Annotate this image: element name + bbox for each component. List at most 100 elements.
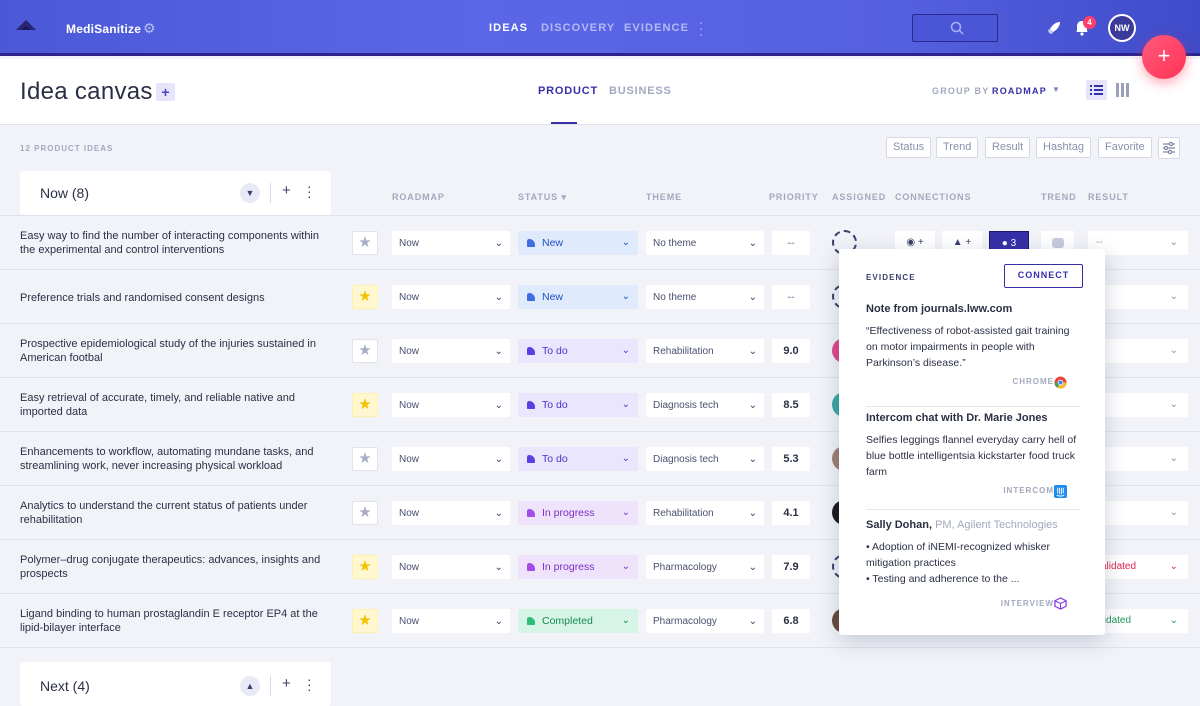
chevron-down-icon: ⌄ — [494, 616, 503, 627]
evidence-item[interactable]: Note from journals.lww.com “Effectivenes… — [866, 303, 1080, 407]
priority-value[interactable]: 6.8 — [772, 609, 810, 633]
more-icon[interactable]: · · · — [698, 15, 704, 41]
status-value: To do — [542, 453, 568, 465]
status-select[interactable]: Completed ⌄ — [518, 609, 638, 633]
theme-select[interactable]: No theme ⌄ — [646, 285, 764, 309]
favorite-star-icon[interactable]: ★ — [352, 285, 378, 309]
chevron-down-icon: ⌄ — [748, 346, 757, 357]
status-select[interactable]: In progress ⌄ — [518, 555, 638, 579]
col-roadmap: ROADMAP — [392, 192, 445, 202]
roadmap-select[interactable]: Now ⌄ — [392, 609, 510, 633]
theme-select[interactable]: Pharmacology ⌄ — [646, 609, 764, 633]
rocket-icon[interactable] — [1046, 20, 1062, 36]
roadmap-select[interactable]: Now ⌄ — [392, 501, 510, 525]
status-select[interactable]: To do ⌄ — [518, 339, 638, 363]
user-avatar[interactable]: NW — [1108, 14, 1136, 42]
idea-name[interactable]: Easy way to find the number of interacti… — [20, 229, 330, 257]
board-view-button[interactable] — [1112, 80, 1133, 100]
workspace-name[interactable]: MediSanitize — [66, 22, 141, 36]
roadmap-select[interactable]: Now ⌄ — [392, 231, 510, 255]
favorite-star-icon[interactable]: ★ — [352, 501, 378, 525]
priority-value[interactable]: 7.9 — [772, 555, 810, 579]
favorite-star-icon[interactable]: ★ — [352, 555, 378, 579]
page-title: Idea canvas — [20, 78, 153, 105]
roadmap-value: Now — [399, 562, 420, 573]
roadmap-select[interactable]: Now ⌄ — [392, 285, 510, 309]
idea-name[interactable]: Preference trials and randomised consent… — [20, 291, 330, 305]
connect-button[interactable]: CONNECT — [1004, 264, 1083, 288]
col-connections: CONNECTIONS — [895, 192, 972, 202]
theme-select[interactable]: Rehabilitation ⌄ — [646, 339, 764, 363]
nav-evidence[interactable]: EVIDENCE — [624, 22, 689, 34]
theme-select[interactable]: Rehabilitation ⌄ — [646, 501, 764, 525]
priority-value[interactable]: 5.3 — [772, 447, 810, 471]
roadmap-select[interactable]: Now ⌄ — [392, 555, 510, 579]
idea-name[interactable]: Polymer–drug conjugate therapeutics: adv… — [20, 553, 330, 581]
favorite-star-icon[interactable]: ★ — [352, 393, 378, 417]
collapse-chevron-icon[interactable]: ▼ — [240, 183, 260, 203]
add-idea-button[interactable]: + — [282, 182, 291, 199]
filter-trend[interactable]: Trend — [936, 137, 979, 158]
list-view-button[interactable] — [1086, 80, 1107, 100]
gear-icon[interactable]: ⚙ — [143, 20, 156, 37]
nav-ideas[interactable]: IDEAS — [489, 22, 528, 34]
idea-name[interactable]: Analytics to understand the current stat… — [20, 499, 330, 527]
filter-hashtag[interactable]: Hashtag — [1036, 137, 1091, 158]
priority-value[interactable]: -- — [772, 231, 810, 255]
status-select[interactable]: New ⌄ — [518, 285, 638, 309]
filter-favorite[interactable]: Favorite — [1098, 137, 1152, 158]
nav-discovery[interactable]: DISCOVERY — [541, 22, 615, 34]
theme-select[interactable]: Diagnosis tech ⌄ — [646, 447, 764, 471]
bullet: • Testing and adherence to the ... — [866, 573, 1020, 585]
evidence-item[interactable]: Intercom chat with Dr. Marie Jones Selfi… — [866, 412, 1080, 510]
priority-value[interactable]: 8.5 — [772, 393, 810, 417]
evidence-item[interactable]: Sally Dohan, PM, Agilent Technologies • … — [866, 519, 1080, 617]
filter-result[interactable]: Result — [985, 137, 1031, 158]
chevron-down-icon: ⌄ — [494, 508, 503, 519]
favorite-star-icon[interactable]: ★ — [352, 339, 378, 363]
favorite-star-icon[interactable]: ★ — [352, 609, 378, 633]
status-select[interactable]: New ⌄ — [518, 231, 638, 255]
priority-value[interactable]: -- — [772, 285, 810, 309]
caret-down-icon[interactable]: ▼ — [1052, 85, 1060, 94]
status-select[interactable]: To do ⌄ — [518, 393, 638, 417]
theme-select[interactable]: No theme ⌄ — [646, 231, 764, 255]
idea-name[interactable]: Ligand binding to human prostaglandin E … — [20, 607, 330, 635]
add-idea-button[interactable]: + — [282, 675, 291, 692]
chrome-icon — [1054, 376, 1067, 389]
trend-icon — [1051, 238, 1064, 248]
roadmap-select[interactable]: Now ⌄ — [392, 447, 510, 471]
group-menu-icon[interactable]: · · · — [307, 672, 312, 696]
evidence-body: “Effectiveness of robot-assisted gait tr… — [866, 325, 1070, 369]
theme-select[interactable]: Pharmacology ⌄ — [646, 555, 764, 579]
col-status[interactable]: STATUS ▾ — [518, 192, 567, 203]
theme-select[interactable]: Diagnosis tech ⌄ — [646, 393, 764, 417]
filter-settings-button[interactable] — [1158, 137, 1180, 159]
status-icon — [527, 563, 535, 571]
status-select[interactable]: To do ⌄ — [518, 447, 638, 471]
roadmap-select[interactable]: Now ⌄ — [392, 339, 510, 363]
search-box[interactable] — [912, 14, 998, 42]
chevron-down-icon: ⌄ — [621, 615, 630, 626]
add-fab-button[interactable]: + — [1142, 35, 1186, 79]
idea-name[interactable]: Easy retrieval of accurate, timely, and … — [20, 391, 330, 419]
group-menu-icon[interactable]: · · · — [307, 179, 312, 203]
filter-status[interactable]: Status — [886, 137, 932, 158]
status-select[interactable]: In progress ⌄ — [518, 501, 638, 525]
favorite-star-icon[interactable]: ★ — [352, 447, 378, 471]
idea-name[interactable]: Enhancements to workflow, automating mun… — [20, 445, 330, 473]
add-canvas-button[interactable]: + — [156, 83, 175, 101]
priority-value[interactable]: 4.1 — [772, 501, 810, 525]
priority-value[interactable]: 9.0 — [772, 339, 810, 363]
tab-product[interactable]: PRODUCT — [538, 85, 598, 97]
bullet: • Adoption of iNEMI-recognized whisker m… — [866, 541, 1051, 569]
favorite-star-icon[interactable]: ★ — [352, 231, 378, 255]
logo-icon[interactable] — [16, 18, 36, 34]
idea-name[interactable]: Prospective epidemiological study of the… — [20, 337, 330, 365]
chevron-down-icon: ⌄ — [1169, 507, 1178, 518]
roadmap-select[interactable]: Now ⌄ — [392, 393, 510, 417]
expand-chevron-icon[interactable]: ▲ — [240, 676, 260, 696]
group-by-select[interactable]: ROADMAP — [992, 86, 1047, 96]
tab-business[interactable]: BUSINESS — [609, 85, 672, 97]
evidence-source: INTERCOM — [1003, 486, 1054, 495]
